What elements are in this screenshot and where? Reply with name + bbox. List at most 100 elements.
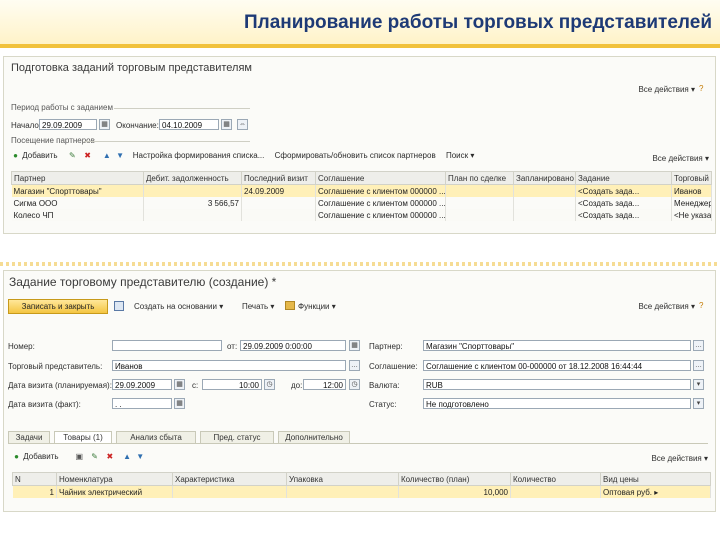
- find-button[interactable]: Поиск ▾: [446, 151, 474, 160]
- column-header[interactable]: Последний визит: [241, 171, 316, 185]
- table-header: Партнер Дебит. задолженность Последний в…: [11, 171, 712, 185]
- column-header[interactable]: Количество: [510, 472, 601, 486]
- cell: Магазин "Спорттовары": [11, 184, 144, 197]
- number-field[interactable]: [112, 340, 222, 351]
- cell[interactable]: 10,000: [398, 485, 511, 498]
- calendar-icon[interactable]: ▦: [99, 119, 110, 130]
- move-up-icon[interactable]: ▲: [102, 151, 111, 160]
- agreement-field[interactable]: Соглашение с клиентом 00-000000 от 18.12…: [423, 360, 691, 371]
- calendar-icon[interactable]: ▦: [174, 379, 185, 390]
- add-icon[interactable]: ●: [12, 452, 21, 461]
- move-down-icon[interactable]: ▼: [136, 452, 145, 461]
- date-field[interactable]: 29.09.2009 0:00:00: [240, 340, 346, 351]
- tab-sales-analysis[interactable]: Анализ сбыта: [116, 431, 196, 443]
- column-header[interactable]: Запланировано: [513, 171, 576, 185]
- column-header[interactable]: План по сделке: [445, 171, 514, 185]
- column-header[interactable]: N: [12, 472, 57, 486]
- print-menu[interactable]: Печать ▾: [242, 302, 274, 311]
- tabs-divider: [8, 443, 708, 444]
- add-icon[interactable]: ●: [11, 151, 20, 160]
- tab-additional[interactable]: Дополнительно: [278, 431, 350, 443]
- time-to-field[interactable]: 12:00: [303, 379, 346, 390]
- cell[interactable]: Оптовая руб. ▸: [600, 485, 711, 498]
- cell[interactable]: [172, 485, 287, 498]
- time-icon[interactable]: ◷: [264, 379, 275, 390]
- cell[interactable]: <Создать зада...: [575, 184, 672, 197]
- delete-icon[interactable]: ✖: [83, 151, 92, 160]
- status-field[interactable]: Не подготовлено: [423, 398, 691, 409]
- start-date-field[interactable]: 29.09.2009: [39, 119, 97, 130]
- cell: [513, 184, 576, 197]
- create-based-on-menu[interactable]: Создать на основании ▾: [134, 302, 223, 311]
- currency-field[interactable]: RUB: [423, 379, 691, 390]
- dropdown-icon[interactable]: ▾: [693, 379, 704, 390]
- edit-icon[interactable]: ✎: [68, 151, 77, 160]
- partner-field[interactable]: Магазин "Спорттовары": [423, 340, 691, 351]
- cell[interactable]: Чайник электрический: [56, 485, 173, 498]
- column-header[interactable]: Дебит. задолженность: [143, 171, 242, 185]
- functions-menu[interactable]: Функции ▾: [298, 302, 336, 311]
- period-select-icon[interactable]: ⇔: [237, 119, 248, 130]
- save-and-close-button[interactable]: Записать и закрыть: [8, 299, 108, 314]
- column-header[interactable]: Номенклатура: [56, 472, 173, 486]
- edit-icon[interactable]: ✎: [90, 452, 99, 461]
- goods-table: N Номенклатура Характеристика Упаковка К…: [12, 472, 711, 498]
- agreement-label: Соглашение:: [369, 362, 418, 371]
- column-header[interactable]: Задание: [575, 171, 672, 185]
- select-icon[interactable]: …: [693, 340, 704, 351]
- cell: [513, 209, 576, 221]
- visit-plan-label: Дата визита (планируемая):: [8, 381, 112, 390]
- copy-icon[interactable]: ▣: [75, 452, 84, 461]
- column-header[interactable]: Количество (план): [398, 472, 511, 486]
- visit-plan-date-field[interactable]: 29.09.2009: [112, 379, 172, 390]
- table-row[interactable]: Магазин "Спорттовары" 24.09.2009 Соглаше…: [11, 184, 712, 197]
- calendar-icon[interactable]: ▦: [221, 119, 232, 130]
- cell[interactable]: [510, 485, 601, 498]
- column-header[interactable]: Соглашение: [315, 171, 446, 185]
- dropdown-icon[interactable]: ▾: [693, 398, 704, 409]
- table-row[interactable]: Сигма ООО 3 566,57 Соглашение с клиентом…: [11, 197, 712, 209]
- cell: [513, 197, 576, 209]
- table-header: N Номенклатура Характеристика Упаковка К…: [12, 472, 711, 486]
- separator: [0, 262, 720, 266]
- select-icon[interactable]: …: [693, 360, 704, 371]
- help-icon[interactable]: ?: [699, 301, 709, 311]
- column-header[interactable]: Торговый пр...: [671, 171, 712, 185]
- all-actions-menu[interactable]: Все действия ▾: [638, 85, 695, 94]
- time-from-field[interactable]: 10:00: [202, 379, 262, 390]
- cell[interactable]: <Создать зада...: [575, 209, 672, 221]
- title-underline: [0, 44, 720, 48]
- select-icon[interactable]: …: [349, 360, 360, 371]
- move-down-icon[interactable]: ▼: [116, 151, 125, 160]
- delete-icon[interactable]: ✖: [105, 452, 114, 461]
- column-header[interactable]: Вид цены: [600, 472, 711, 486]
- column-header[interactable]: Упаковка: [286, 472, 399, 486]
- add-button[interactable]: Добавить: [22, 151, 57, 160]
- cell[interactable]: [286, 485, 399, 498]
- column-header[interactable]: Характеристика: [172, 472, 287, 486]
- tab-tasks[interactable]: Задачи: [8, 431, 50, 443]
- column-header[interactable]: Партнер: [11, 171, 144, 185]
- help-icon[interactable]: ?: [699, 84, 709, 94]
- add-button[interactable]: Добавить: [23, 452, 58, 461]
- visit-fact-date-field[interactable]: . .: [112, 398, 172, 409]
- time-from-label: с:: [192, 381, 199, 390]
- setup-list-button[interactable]: Настройка формирования списка...: [133, 151, 265, 160]
- goods-all-actions[interactable]: Все действия ▾: [651, 454, 708, 463]
- table-row[interactable]: Колесо ЧП Соглашение с клиентом 000000 .…: [11, 209, 712, 221]
- rep-field[interactable]: Иванов: [112, 360, 346, 371]
- form-list-button[interactable]: Сформировать/обновить список партнеров: [275, 151, 436, 160]
- save-icon[interactable]: [114, 301, 124, 311]
- cell[interactable]: <Создать зада...: [575, 197, 672, 209]
- move-up-icon[interactable]: ▲: [123, 452, 132, 461]
- calendar-icon[interactable]: ▦: [174, 398, 185, 409]
- time-icon[interactable]: ◷: [349, 379, 360, 390]
- end-date-field[interactable]: 04.10.2009: [159, 119, 219, 130]
- tab-prev-status[interactable]: Пред. статус: [200, 431, 274, 443]
- table-row[interactable]: 1 Чайник электрический 10,000 Оптовая ру…: [12, 485, 711, 498]
- calendar-icon[interactable]: ▦: [349, 340, 360, 351]
- all-actions-menu[interactable]: Все действия ▾: [638, 302, 695, 311]
- tab-goods[interactable]: Товары (1): [54, 431, 112, 443]
- partners-all-actions[interactable]: Все действия ▾: [652, 154, 709, 163]
- cell: Менеджер: [671, 197, 712, 209]
